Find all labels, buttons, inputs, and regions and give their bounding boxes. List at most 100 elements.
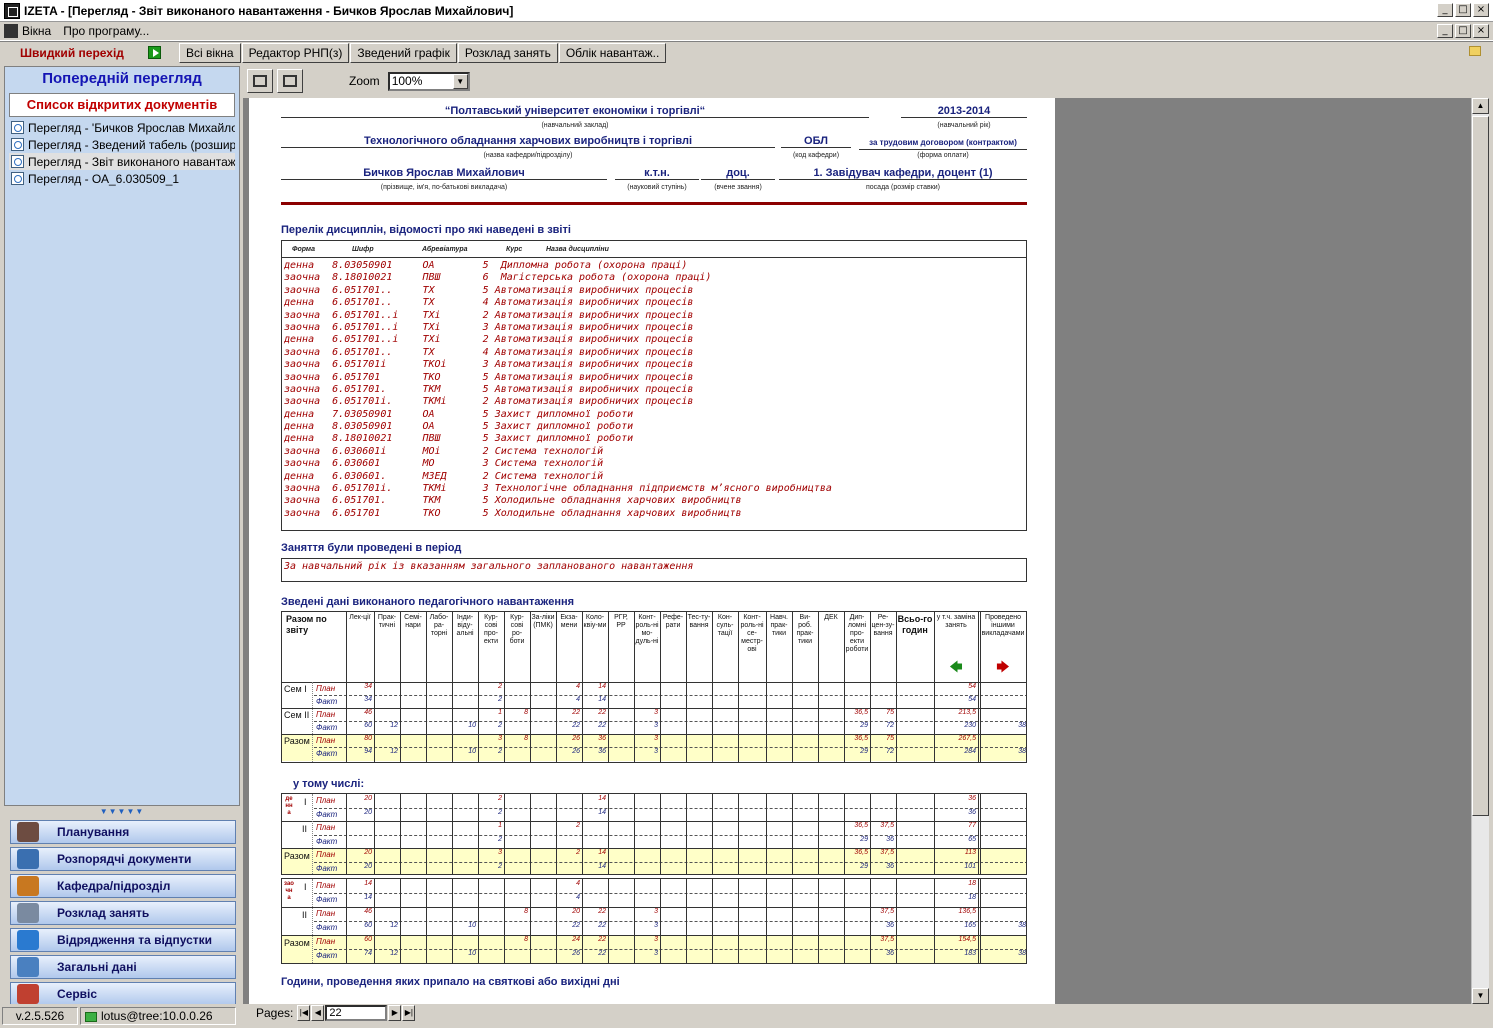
open-doc-item[interactable]: Перегляд - Зведений табель (розшире...	[9, 136, 235, 153]
nav-button[interactable]: Розпорядчі документи	[10, 847, 236, 871]
fact-value: 29	[860, 722, 868, 729]
col-border	[738, 879, 739, 963]
plan-value: 3	[654, 908, 658, 915]
discipline-row: денна 8.18010021 ПВШ 5 Захист дипломної …	[284, 433, 634, 445]
col-border	[426, 612, 427, 762]
row-label: Разом	[284, 938, 310, 948]
period-box: За навчальний рік із вказанням загальног…	[281, 558, 1027, 582]
fact-value: 3	[654, 748, 658, 755]
export-button[interactable]	[277, 69, 303, 93]
col-border	[766, 879, 767, 963]
preview-area: Zoom 100% ▼ “Полтавський університет екон…	[243, 66, 1489, 1004]
plan-value: 75	[886, 709, 894, 716]
mdi-close-button[interactable]: ×	[1473, 24, 1489, 38]
header-total-hours: Всьо-го годин	[897, 614, 933, 635]
menu-windows[interactable]: Вікна	[22, 24, 51, 38]
page-viewport[interactable]: “Полтавський університет економіки і тор…	[243, 98, 1471, 1004]
splitter-grip[interactable]: ▼▼▼▼▼	[4, 808, 240, 816]
quick-jump-label: Швидкий перехід	[20, 45, 124, 60]
last-page-icon[interactable]: ▶|	[402, 1005, 416, 1021]
plan-value: 2	[498, 683, 502, 690]
arrow-left-icon[interactable]: 🡄	[934, 660, 978, 674]
plan-value: 3	[654, 709, 658, 716]
nav-label: Відрядження та відпустки	[57, 933, 213, 947]
discipline-row: заочна 6.051701..і ТХі 2 Автоматизація в…	[284, 309, 694, 321]
plan-value: 4	[576, 880, 580, 887]
chevron-down-icon[interactable]: ▼	[452, 73, 468, 89]
col-border	[400, 794, 401, 874]
col-border	[400, 612, 401, 762]
rnp-editor-button[interactable]: Редактор РНП(з)	[241, 42, 350, 63]
first-page-icon[interactable]: |◀	[297, 1005, 311, 1021]
fact-value: 38	[1018, 748, 1026, 755]
academic-year: 2013-2014	[901, 104, 1027, 118]
plan-value: 75	[886, 735, 894, 742]
workload-accounting-button[interactable]: Облік навантаж..	[558, 42, 667, 63]
fact-value: 20	[364, 862, 372, 870]
menu-about[interactable]: Про програму...	[63, 24, 149, 38]
column-header: Семі-нари	[404, 614, 422, 629]
all-windows-button[interactable]: Всі вікна	[179, 42, 241, 63]
summary-schedule-button[interactable]: Зведений графік	[350, 42, 457, 63]
open-doc-item[interactable]: Перегляд - 'Бичков Ярослав Михайло...	[9, 119, 235, 136]
col-border	[712, 612, 713, 762]
plan-value: 2	[576, 849, 580, 856]
column-header: За-ліки (ПМК)	[531, 614, 555, 629]
col-border	[896, 612, 897, 762]
row-label: Разом	[284, 736, 310, 746]
payment-form: за трудовим договором (контрактом)	[859, 136, 1027, 150]
column-header: Лек-ції	[349, 614, 371, 621]
fact-value: 74	[364, 950, 372, 957]
teacher-name: Бичков Ярослав Михайлович	[281, 166, 607, 180]
nav-button[interactable]: Відрядження та відпустки	[10, 928, 236, 952]
preview-header: Попередній перегляд	[42, 70, 202, 87]
scroll-down-icon[interactable]: ▼	[1472, 988, 1489, 1004]
mdi-restore-button[interactable]: □	[1455, 24, 1471, 38]
caption-code: (код кафедри)	[792, 152, 840, 159]
prev-page-icon[interactable]: ◀	[311, 1005, 325, 1021]
nav-button[interactable]: Загальні дані	[10, 955, 236, 979]
vertical-scrollbar[interactable]: ▲ ▼	[1471, 98, 1489, 1004]
scroll-up-icon[interactable]: ▲	[1472, 98, 1489, 114]
column-header: Ре-цен-зу-вання	[871, 614, 895, 637]
mdi-minimize-button[interactable]: _	[1437, 24, 1453, 38]
column-header: Інди-віду-альні	[456, 614, 474, 637]
print-button[interactable]	[247, 69, 273, 93]
col-border	[766, 794, 767, 874]
fact-value: 26	[572, 950, 580, 957]
row-dash	[314, 807, 1026, 809]
fact-value: 54	[968, 696, 976, 703]
col-border	[686, 612, 687, 762]
minimize-button[interactable]: _	[1437, 3, 1453, 17]
row-dash	[314, 695, 1026, 696]
nav-button[interactable]: Кафедра/підрозділ	[10, 874, 236, 898]
scroll-thumb[interactable]	[1472, 116, 1489, 816]
nav-label: Розпорядчі документи	[57, 852, 192, 866]
maximize-button[interactable]: □	[1455, 3, 1471, 17]
open-doc-item[interactable]: Перегляд - Звіт виконаного навантаж...	[9, 153, 235, 170]
plan-value: 267,5	[958, 735, 976, 742]
row-dash	[314, 834, 1026, 836]
row-dash	[314, 861, 1026, 863]
col-border	[608, 612, 609, 762]
nav-buttons: Планування Розпорядчі документи Кафедра/пі…	[10, 820, 236, 1009]
col-border	[934, 879, 935, 963]
page-input[interactable]: 22	[325, 1005, 388, 1021]
open-doc-item[interactable]: Перегляд - ОА_6.030509_1	[9, 170, 235, 187]
arrow-right-icon[interactable]: 🡆	[978, 660, 1026, 674]
close-button[interactable]: ×	[1473, 3, 1489, 17]
nav-button[interactable]: Сервіс	[10, 982, 236, 1006]
next-page-icon[interactable]: ▶	[388, 1005, 402, 1021]
nav-button[interactable]: Планування	[10, 820, 236, 844]
nav-button[interactable]: Розклад занять	[10, 901, 236, 925]
page-navigator: Pages: |◀ ◀ 22 ▶ ▶|	[256, 1005, 416, 1021]
connection-status: lotus@tree:10.0.0.26	[80, 1007, 236, 1025]
play-icon[interactable]	[148, 46, 161, 59]
plan-value: 1	[498, 709, 502, 716]
open-doc-label: Перегляд - 'Бичков Ярослав Михайло...	[28, 120, 235, 135]
folder-icon[interactable]	[1469, 46, 1481, 56]
timetable-button[interactable]: Розклад занять	[457, 42, 558, 63]
status-bar: v.2.5.526 lotus@tree:10.0.0.26	[0, 1004, 1493, 1028]
zoom-select[interactable]: 100% ▼	[387, 71, 470, 91]
fact-value: 14	[598, 808, 606, 816]
